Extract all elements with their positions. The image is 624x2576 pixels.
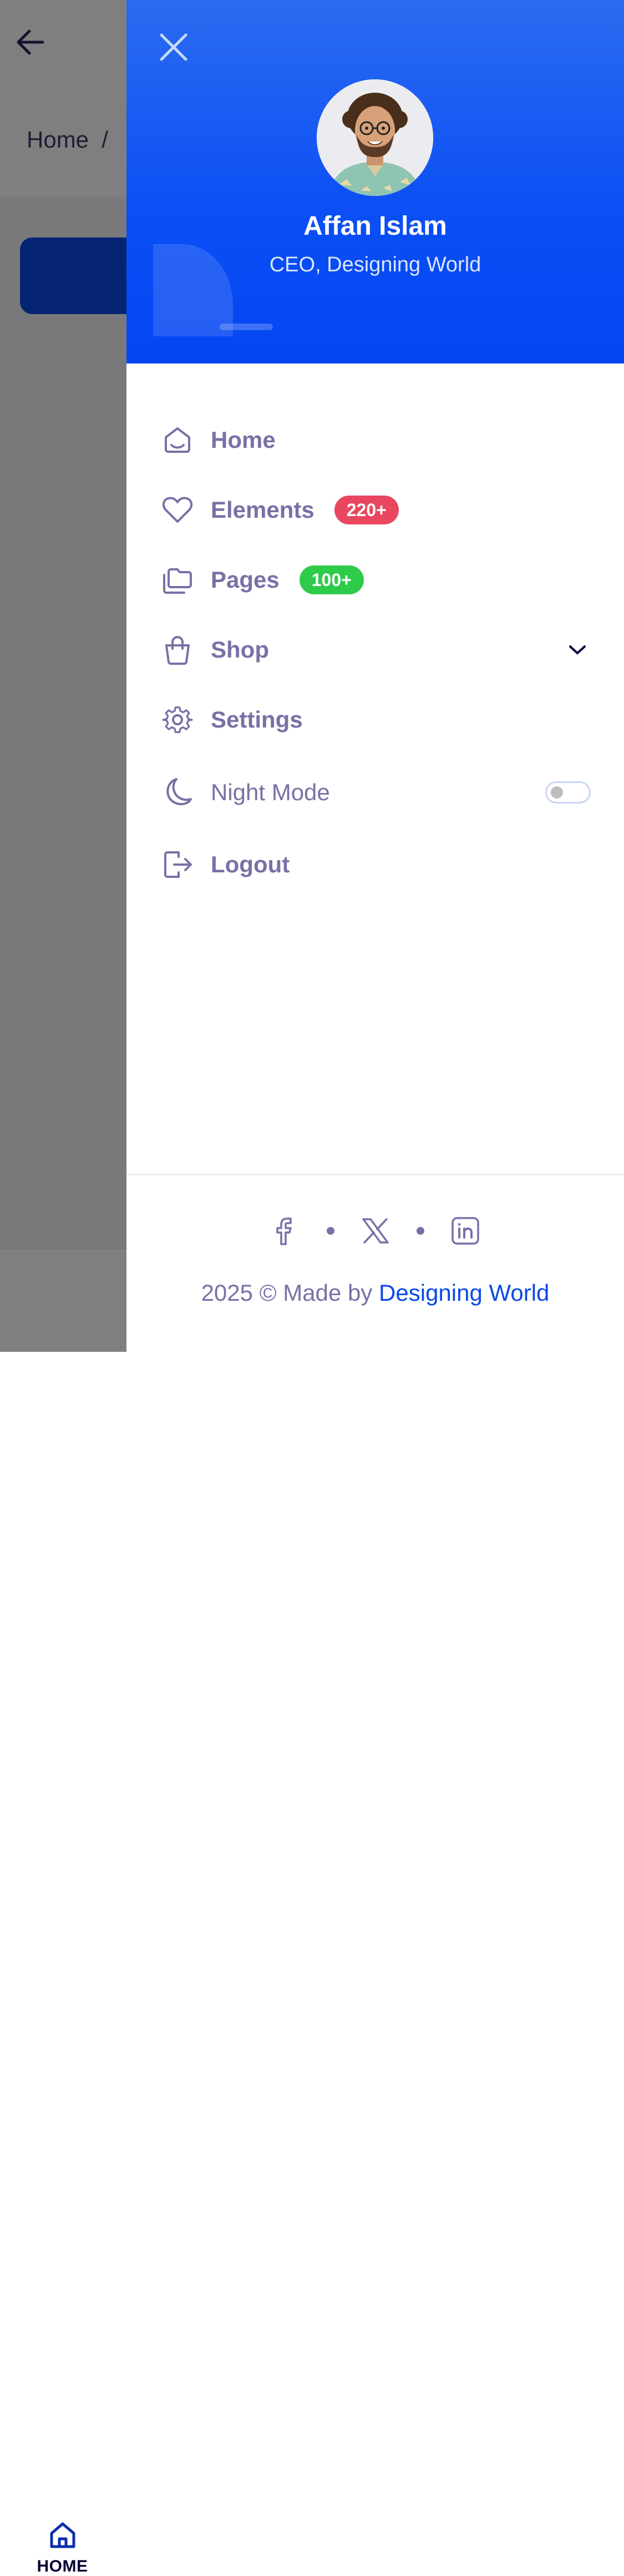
- social-links: [126, 1215, 624, 1246]
- menu-item-home[interactable]: Home: [126, 405, 624, 475]
- menu-item-pages[interactable]: Pages 100+: [126, 545, 624, 615]
- shopping-bag-icon: [161, 633, 194, 666]
- designing-world-link[interactable]: Designing World: [379, 1280, 549, 1306]
- bottom-nav-home[interactable]: HOME: [22, 2519, 103, 2576]
- close-button[interactable]: [155, 29, 192, 65]
- copyright-prefix: 2025 © Made by: [201, 1280, 379, 1306]
- linkedin-icon[interactable]: [450, 1215, 481, 1246]
- home-icon: [161, 423, 194, 457]
- drawer-backdrop[interactable]: [0, 0, 126, 1352]
- gear-icon: [161, 703, 194, 736]
- menu-label-shop: Shop: [211, 637, 269, 663]
- profile-header: Affan Islam CEO, Designing World: [126, 0, 624, 363]
- elements-count-badge: 220+: [334, 496, 399, 524]
- menu-label-home: Home: [211, 427, 276, 453]
- menu-item-night-mode[interactable]: Night Mode: [126, 755, 624, 830]
- pages-count-badge: 100+: [299, 565, 364, 594]
- toggle-knob: [551, 786, 563, 799]
- menu-item-shop[interactable]: Shop: [126, 615, 624, 685]
- night-mode-toggle[interactable]: [545, 781, 591, 804]
- home-icon: [50, 2522, 75, 2548]
- logout-icon: [161, 848, 194, 881]
- decorative-bar: [220, 324, 273, 330]
- moon-icon: [161, 776, 194, 809]
- drawer-menu: Home Elements 220+ Pages 100+ Shop Setti…: [126, 405, 624, 900]
- menu-label-settings: Settings: [211, 706, 303, 733]
- copyright-text: 2025 © Made by Designing World: [126, 1280, 624, 1306]
- menu-item-settings[interactable]: Settings: [126, 685, 624, 755]
- x-icon[interactable]: [360, 1215, 391, 1246]
- avatar: [317, 79, 433, 196]
- user-name: Affan Islam: [303, 211, 447, 241]
- footer-divider: [126, 1174, 624, 1175]
- folders-icon: [161, 563, 194, 597]
- menu-label-elements: Elements: [211, 497, 314, 523]
- separator-dot: [326, 1227, 334, 1235]
- facebook-icon[interactable]: [270, 1215, 301, 1246]
- bottom-nav-home-label: HOME: [37, 2557, 88, 2575]
- menu-label-logout: Logout: [211, 851, 290, 877]
- menu-item-elements[interactable]: Elements 220+: [126, 475, 624, 545]
- menu-label-pages: Pages: [211, 567, 280, 593]
- user-role: CEO, Designing World: [269, 253, 481, 276]
- menu-item-logout[interactable]: Logout: [126, 830, 624, 900]
- side-drawer: Affan Islam CEO, Designing World Home El…: [126, 0, 624, 1352]
- heart-icon: [161, 493, 194, 527]
- chevron-down-icon[interactable]: [566, 639, 589, 661]
- menu-label-night-mode: Night Mode: [211, 779, 330, 805]
- separator-dot: [416, 1227, 424, 1235]
- close-icon: [160, 33, 187, 61]
